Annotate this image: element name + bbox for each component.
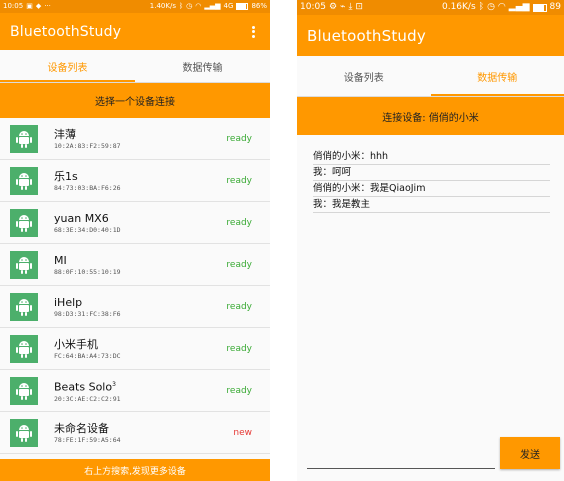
device-name: iHelp — [54, 295, 83, 309]
device-mac: 20:3C:AE:C2:C2:91 — [54, 394, 121, 403]
clip-icon: ⊡ — [355, 2, 363, 12]
battery-percent: 89 — [549, 2, 561, 12]
battery-icon — [532, 3, 547, 12]
tab-bar: 设备列表 数据传输 — [0, 50, 270, 83]
device-mac: 84:73:03:BA:F6:26 — [54, 183, 121, 192]
usb-icon: ⌁ — [340, 2, 346, 12]
chat-message: 俏俏的小米：我是QiaoJim — [313, 181, 550, 197]
device-name: 未命名设备 — [54, 421, 109, 435]
device-status: ready — [226, 175, 252, 186]
search-hint-bar: 右上方搜索,发现更多设备 — [0, 459, 270, 481]
notification-icon: ▣ — [26, 2, 33, 10]
device-status: ready — [226, 385, 252, 396]
alarm-icon: ◷ — [487, 2, 495, 12]
overflow-menu-icon[interactable] — [246, 25, 260, 39]
device-list-item[interactable]: MI 88:0F:10:55:10:19 ready — [0, 244, 270, 286]
chat-message: 我：我是教主 — [313, 197, 550, 213]
android-icon — [10, 376, 38, 405]
device-name: yuan MX6 — [54, 211, 109, 225]
device-list-item[interactable]: yuan MX6 68:3E:34:D0:40:1D ready — [0, 202, 270, 244]
device-status: ready — [226, 301, 252, 312]
network-speed: 1.40K/s — [149, 2, 176, 10]
battery-icon — [236, 3, 249, 10]
tab-device-list[interactable]: 设备列表 — [297, 56, 431, 96]
tab-data-transfer[interactable]: 数据传输 — [430, 56, 564, 96]
chat-message: 俏俏的小米：hhh — [313, 149, 550, 165]
tab-data-transfer[interactable]: 数据传输 — [135, 50, 270, 82]
app-bar: BluetoothStudy — [297, 15, 564, 56]
data-transfer-screen: 10:05 ⚙ ⌁ ⤓ ⊡ 0.16K/s ᛒ ◷ ◠ ▂▄▆ 89 Bluet… — [297, 0, 564, 481]
device-list-item[interactable]: Beats Solo3 20:3C:AE:C2:C2:91 ready — [0, 370, 270, 412]
chat-message: 我：呵呵 — [313, 165, 550, 181]
device-name: 小米手机 — [54, 337, 98, 351]
device-name: 乐1s — [54, 169, 78, 183]
device-status: new — [233, 427, 252, 438]
device-status: ready — [226, 259, 252, 270]
send-button[interactable]: 发送 — [500, 437, 560, 469]
settings-notification-icon: ⚙ — [328, 2, 338, 12]
device-list-item[interactable]: iHelp 98:D3:31:FC:38:F6 ready — [0, 286, 270, 328]
message-input[interactable] — [307, 445, 495, 469]
android-icon — [10, 250, 38, 279]
device-mac: FC:64:BA:A4:73:DC — [54, 351, 121, 360]
device-list-item[interactable]: 沣薄 10:2A:83:F2:59:87 ready — [0, 118, 270, 160]
device-list: 沣薄 10:2A:83:F2:59:87 ready 乐1s 84:73:03:BA:F… — [0, 118, 270, 454]
wifi-icon: ◠ — [195, 2, 202, 10]
device-mac: 78:FE:1F:59:A5:64 — [54, 435, 121, 444]
device-name: 沣薄 — [54, 127, 76, 141]
device-list-item[interactable]: 未命名设备 78:FE:1F:59:A5:64 new — [0, 412, 270, 454]
app-notification-icon: ◆ — [35, 2, 42, 10]
android-icon — [10, 292, 38, 321]
battery-percent: 86% — [251, 2, 267, 10]
clock: 10:05 — [3, 2, 24, 10]
device-list-item[interactable]: 乐1s 84:73:03:BA:F6:26 ready — [0, 160, 270, 202]
app-title: BluetoothStudy — [10, 23, 122, 40]
android-icon — [10, 208, 38, 237]
device-name: MI — [54, 253, 67, 267]
device-mac: 68:3E:34:D0:40:1D — [54, 225, 121, 234]
message-log: 俏俏的小米：hhh 我：呵呵 俏俏的小米：我是QiaoJim 我：我是教主 — [297, 135, 564, 213]
more-notifications-icon: ··· — [44, 2, 51, 10]
tab-bar: 设备列表 数据传输 — [297, 56, 564, 97]
device-mac: 98:D3:31:FC:38:F6 — [54, 309, 121, 318]
signal-icon: ▂▄▆ — [204, 2, 221, 10]
tab-device-list[interactable]: 设备列表 — [0, 50, 135, 82]
device-list-item[interactable]: 小米手机 FC:64:BA:A4:73:DC ready — [0, 328, 270, 370]
signal-icon: ▂▄▆ — [508, 2, 530, 12]
compose-bar: 发送 — [307, 437, 560, 469]
android-icon — [10, 418, 38, 447]
network-speed: 0.16K/s — [441, 2, 476, 12]
clock: 10:05 — [300, 2, 326, 12]
device-mac: 88:0F:10:55:10:19 — [54, 267, 121, 276]
device-status: ready — [226, 343, 252, 354]
device-mac: 10:2A:83:F2:59:87 — [54, 141, 121, 150]
alarm-icon: ◷ — [186, 2, 193, 10]
wifi-icon: ◠ — [497, 2, 506, 12]
select-device-banner: 选择一个设备连接 — [0, 83, 270, 118]
android-icon — [10, 334, 38, 363]
status-bar: 10:05 ⚙ ⌁ ⤓ ⊡ 0.16K/s ᛒ ◷ ◠ ▂▄▆ 89 — [297, 0, 564, 15]
device-name: Beats Solo3 — [54, 380, 116, 394]
device-list-screen: 10:05 ▣ ◆ ··· 1.40K/s ᛒ ◷ ◠ ▂▄▆ 4G 86% B… — [0, 0, 270, 481]
app-title: BluetoothStudy — [307, 26, 426, 45]
status-bar: 10:05 ▣ ◆ ··· 1.40K/s ᛒ ◷ ◠ ▂▄▆ 4G 86% — [0, 0, 270, 13]
device-status: ready — [226, 217, 252, 228]
download-icon: ⤓ — [348, 2, 353, 12]
network-type: 4G — [223, 2, 234, 10]
device-status: ready — [226, 133, 252, 144]
bluetooth-icon: ᛒ — [178, 2, 184, 10]
connected-device-banner: 连接设备: 俏俏的小米 — [297, 97, 564, 135]
bluetooth-icon: ᛒ — [478, 2, 485, 12]
android-icon — [10, 166, 38, 195]
android-icon — [10, 124, 38, 153]
app-bar: BluetoothStudy — [0, 13, 270, 50]
